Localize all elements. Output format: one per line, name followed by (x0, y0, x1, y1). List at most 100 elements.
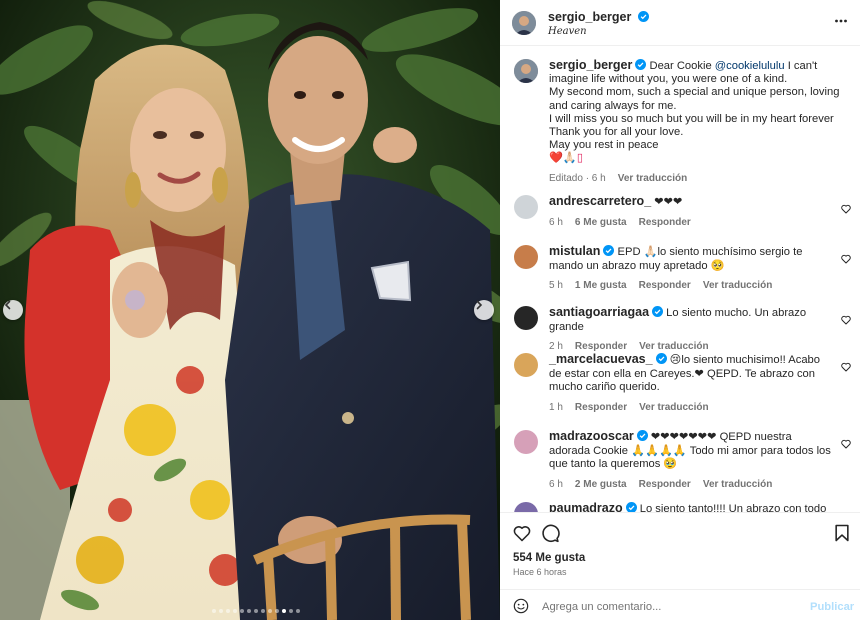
comment-like-heart-icon[interactable] (840, 314, 852, 326)
comment-text-line: paumadrazo Lo siento tanto!!!! Un abrazo… (549, 501, 834, 512)
author-avatar[interactable] (512, 11, 536, 35)
comment-text-line: mistulan EPD 🙏🏻lo siento muchísimo sergi… (549, 244, 834, 273)
next-photo-button[interactable] (474, 300, 494, 320)
carousel-indicator (212, 609, 300, 613)
reply-button[interactable]: Responder (575, 401, 627, 415)
action-bar (500, 512, 860, 552)
commenter-username[interactable]: madrazooscar (549, 429, 634, 443)
verified-icon (625, 502, 637, 512)
verified-icon (603, 245, 615, 256)
reply-button[interactable]: Responder (639, 279, 691, 293)
caption-line: My second mom, such a special and unique… (549, 86, 840, 112)
comment-body: mistulan EPD 🙏🏻lo siento muchísimo sergi… (549, 244, 834, 293)
caption-line: May you rest in peace (549, 139, 659, 152)
comments-list[interactable]: sergio_berger Dear Cookie @cookielululu … (500, 47, 860, 512)
commenter-avatar[interactable] (514, 502, 538, 512)
bookmark-icon[interactable] (832, 523, 852, 543)
comment-time: 6 h (549, 216, 563, 228)
commenter-avatar[interactable] (514, 430, 538, 454)
comment-likes-count[interactable]: 1 Me gusta (575, 279, 627, 293)
like-heart-icon[interactable] (512, 523, 532, 543)
caption-mention-link[interactable]: @cookielululu (715, 60, 785, 72)
post-detail-panel: sergio_berger Heaven sergio_berger Dear … (500, 0, 860, 620)
comment-like-heart-icon[interactable] (840, 253, 852, 265)
translate-button[interactable]: Ver traducción (639, 401, 708, 415)
caption-emoji-line: ❤️🙏🏻▯ (549, 152, 584, 165)
carousel-dot (282, 609, 286, 613)
emoji-icon[interactable] (513, 598, 529, 614)
caption-text: sergio_berger Dear Cookie @cookielululu … (549, 58, 849, 185)
comment-icon[interactable] (540, 523, 560, 543)
verified-icon (652, 306, 664, 317)
carousel-dot (268, 609, 272, 613)
commenter-username[interactable]: andrescarretero_ (549, 194, 651, 208)
comment-likes-count[interactable]: 2 Me gusta (575, 478, 627, 492)
carousel-dot (212, 609, 216, 613)
commenter-avatar[interactable] (514, 306, 538, 330)
comment-time: 5 h (549, 280, 563, 291)
commenter-username[interactable]: mistulan (549, 244, 600, 258)
comment-time: 1 h (549, 401, 563, 413)
carousel-dot (275, 609, 279, 613)
add-comment-bar: Publicar (500, 589, 860, 620)
comment-meta: 5 h 1 Me gusta Responder Ver traducción (549, 279, 834, 293)
comment-body: madrazooscar ❤❤❤❤❤❤❤ QEPD nuestra adorad… (549, 429, 834, 492)
comment-body: andrescarretero_ ❤❤❤ 6 h 6 Me gusta Respond… (549, 194, 834, 230)
carousel-dot (261, 609, 265, 613)
comment-body: santiagoarriagaa Lo siento mucho. Un abr… (549, 305, 834, 354)
author-name-row: sergio_berger (548, 10, 649, 24)
chevron-right-icon (476, 300, 483, 310)
commenter-username[interactable]: santiagoarriagaa (549, 305, 649, 319)
verified-icon (635, 59, 647, 70)
carousel-dot (296, 609, 300, 613)
comment-likes-count[interactable]: 6 Me gusta (575, 216, 627, 230)
chevron-left-icon (4, 300, 11, 310)
commenter-avatar[interactable] (514, 353, 538, 377)
carousel-dot (219, 609, 223, 613)
comment-like-heart-icon[interactable] (840, 361, 852, 373)
verified-icon (636, 430, 648, 441)
carousel-dot (254, 609, 258, 613)
comment-text-line: _marcelacuevas_ 😢lo siento muchisimo!! A… (549, 352, 834, 395)
commenter-avatar[interactable] (514, 195, 538, 219)
comment-input[interactable] (542, 601, 792, 613)
caption-intro: Dear Cookie (649, 60, 715, 72)
post-photo[interactable] (0, 0, 500, 620)
commenter-avatar[interactable] (514, 245, 538, 269)
comment-meta: 6 h 6 Me gusta Responder (549, 216, 834, 230)
carousel-dot (233, 609, 237, 613)
author-username[interactable]: sergio_berger (548, 10, 631, 24)
commenter-username[interactable]: paumadrazo (549, 501, 623, 512)
caption-edited-time: Editado · 6 h (549, 172, 606, 184)
publish-button[interactable]: Publicar (810, 601, 854, 613)
comment-meta: 1 h Responder Ver traducción (549, 401, 834, 415)
post-location[interactable]: Heaven (548, 26, 587, 37)
previous-photo-button[interactable] (3, 300, 23, 320)
caption-line: I will miss you so much but you will be … (549, 112, 834, 125)
post-time: Hace 6 horas (513, 567, 567, 577)
comment-body: _marcelacuevas_ 😢lo siento muchisimo!! A… (549, 352, 834, 415)
likes-count[interactable]: 554 Me gusta (513, 552, 585, 564)
post-image (0, 0, 500, 620)
caption-line: Thank you for all your love. (549, 126, 684, 139)
comment-time: 6 h (549, 478, 563, 490)
reply-button[interactable]: Responder (639, 478, 691, 492)
carousel-dot (226, 609, 230, 613)
reply-button[interactable]: Responder (639, 216, 691, 230)
carousel-dot (240, 609, 244, 613)
translate-button[interactable]: Ver traducción (703, 279, 772, 293)
caption-meta: Editado · 6 h Ver traducción (549, 172, 849, 185)
comment-meta: 6 h 2 Me gusta Responder Ver traducción (549, 478, 834, 492)
verified-icon (655, 353, 667, 364)
caption-avatar[interactable] (514, 59, 538, 83)
more-options-icon[interactable] (834, 14, 848, 28)
commenter-username[interactable]: _marcelacuevas_ (549, 352, 653, 366)
comment-like-heart-icon[interactable] (840, 203, 852, 215)
comment-like-heart-icon[interactable] (840, 438, 852, 450)
comment-text-line: santiagoarriagaa Lo siento mucho. Un abr… (549, 305, 834, 334)
caption-username[interactable]: sergio_berger (549, 58, 632, 72)
translate-button[interactable]: Ver traducción (703, 478, 772, 492)
caption-translate-button[interactable]: Ver traducción (618, 172, 687, 185)
carousel-dot (247, 609, 251, 613)
comment-text-line: madrazooscar ❤❤❤❤❤❤❤ QEPD nuestra adorad… (549, 429, 834, 472)
